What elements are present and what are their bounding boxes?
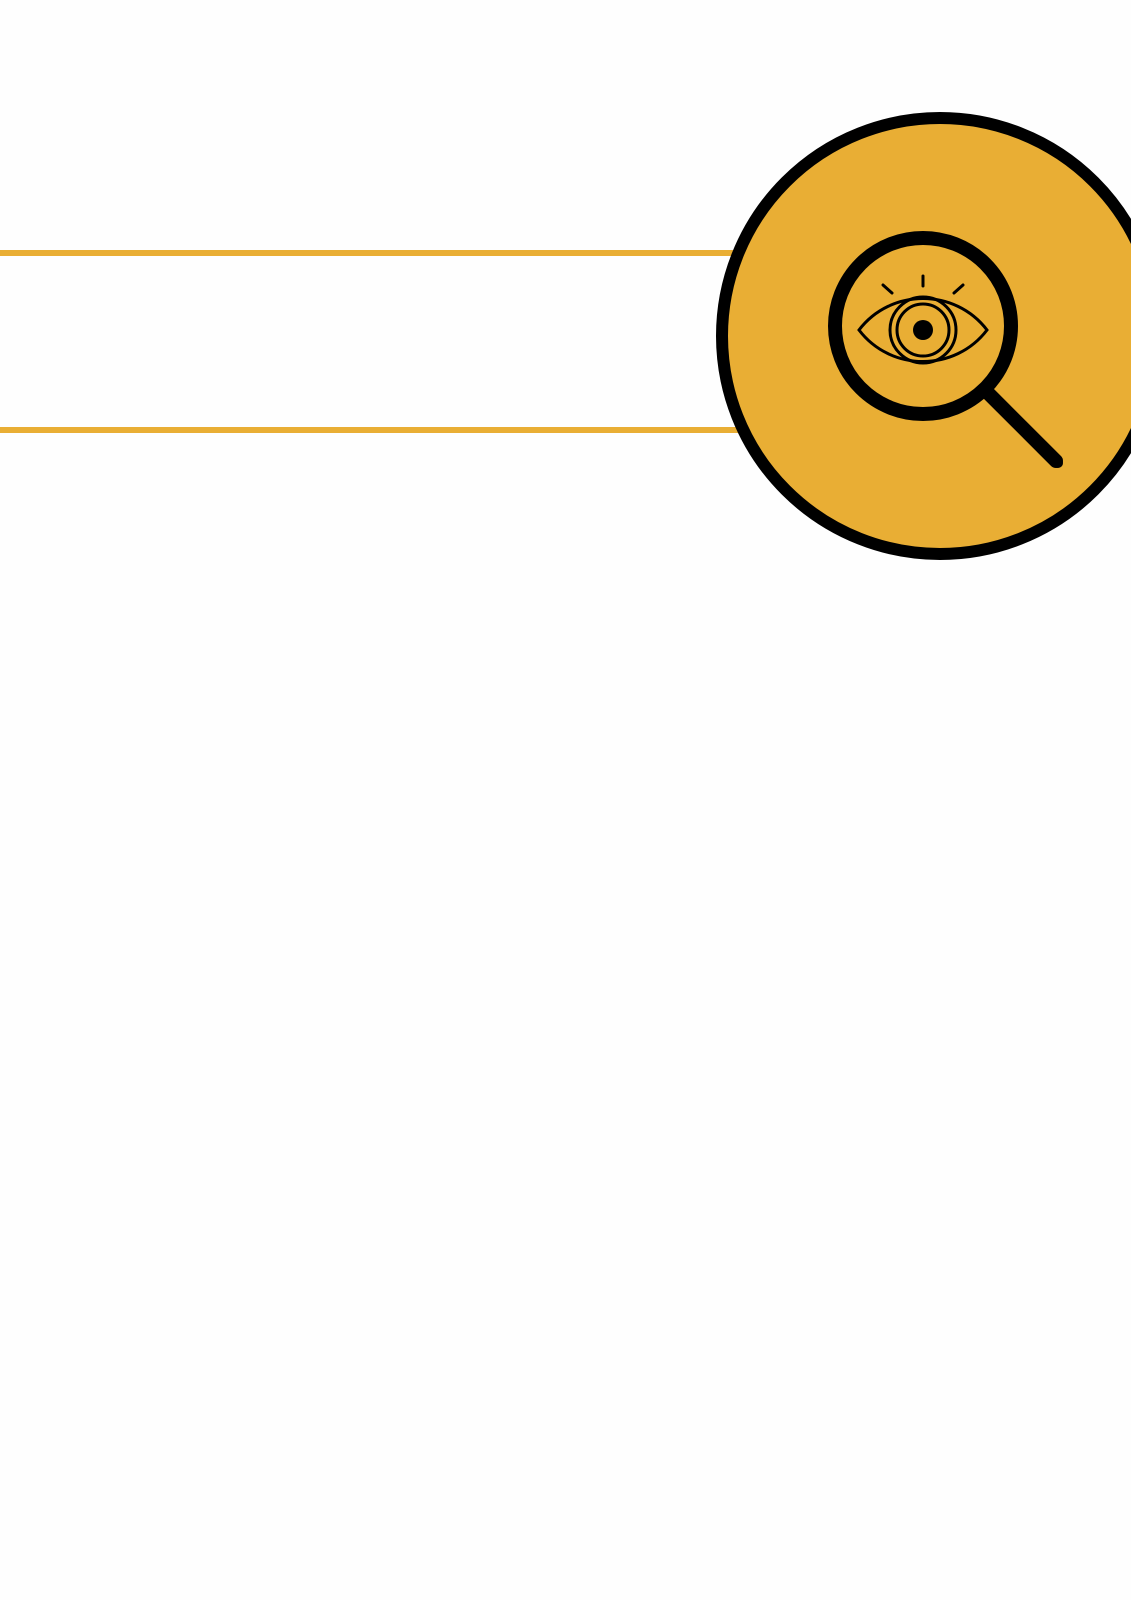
document-page: [0, 0, 1131, 1600]
title-band: [0, 256, 720, 427]
eye-magnifier-icon: [716, 112, 1131, 560]
bottom-accent-rule: [0, 427, 760, 433]
badge-circle: [716, 112, 1131, 560]
